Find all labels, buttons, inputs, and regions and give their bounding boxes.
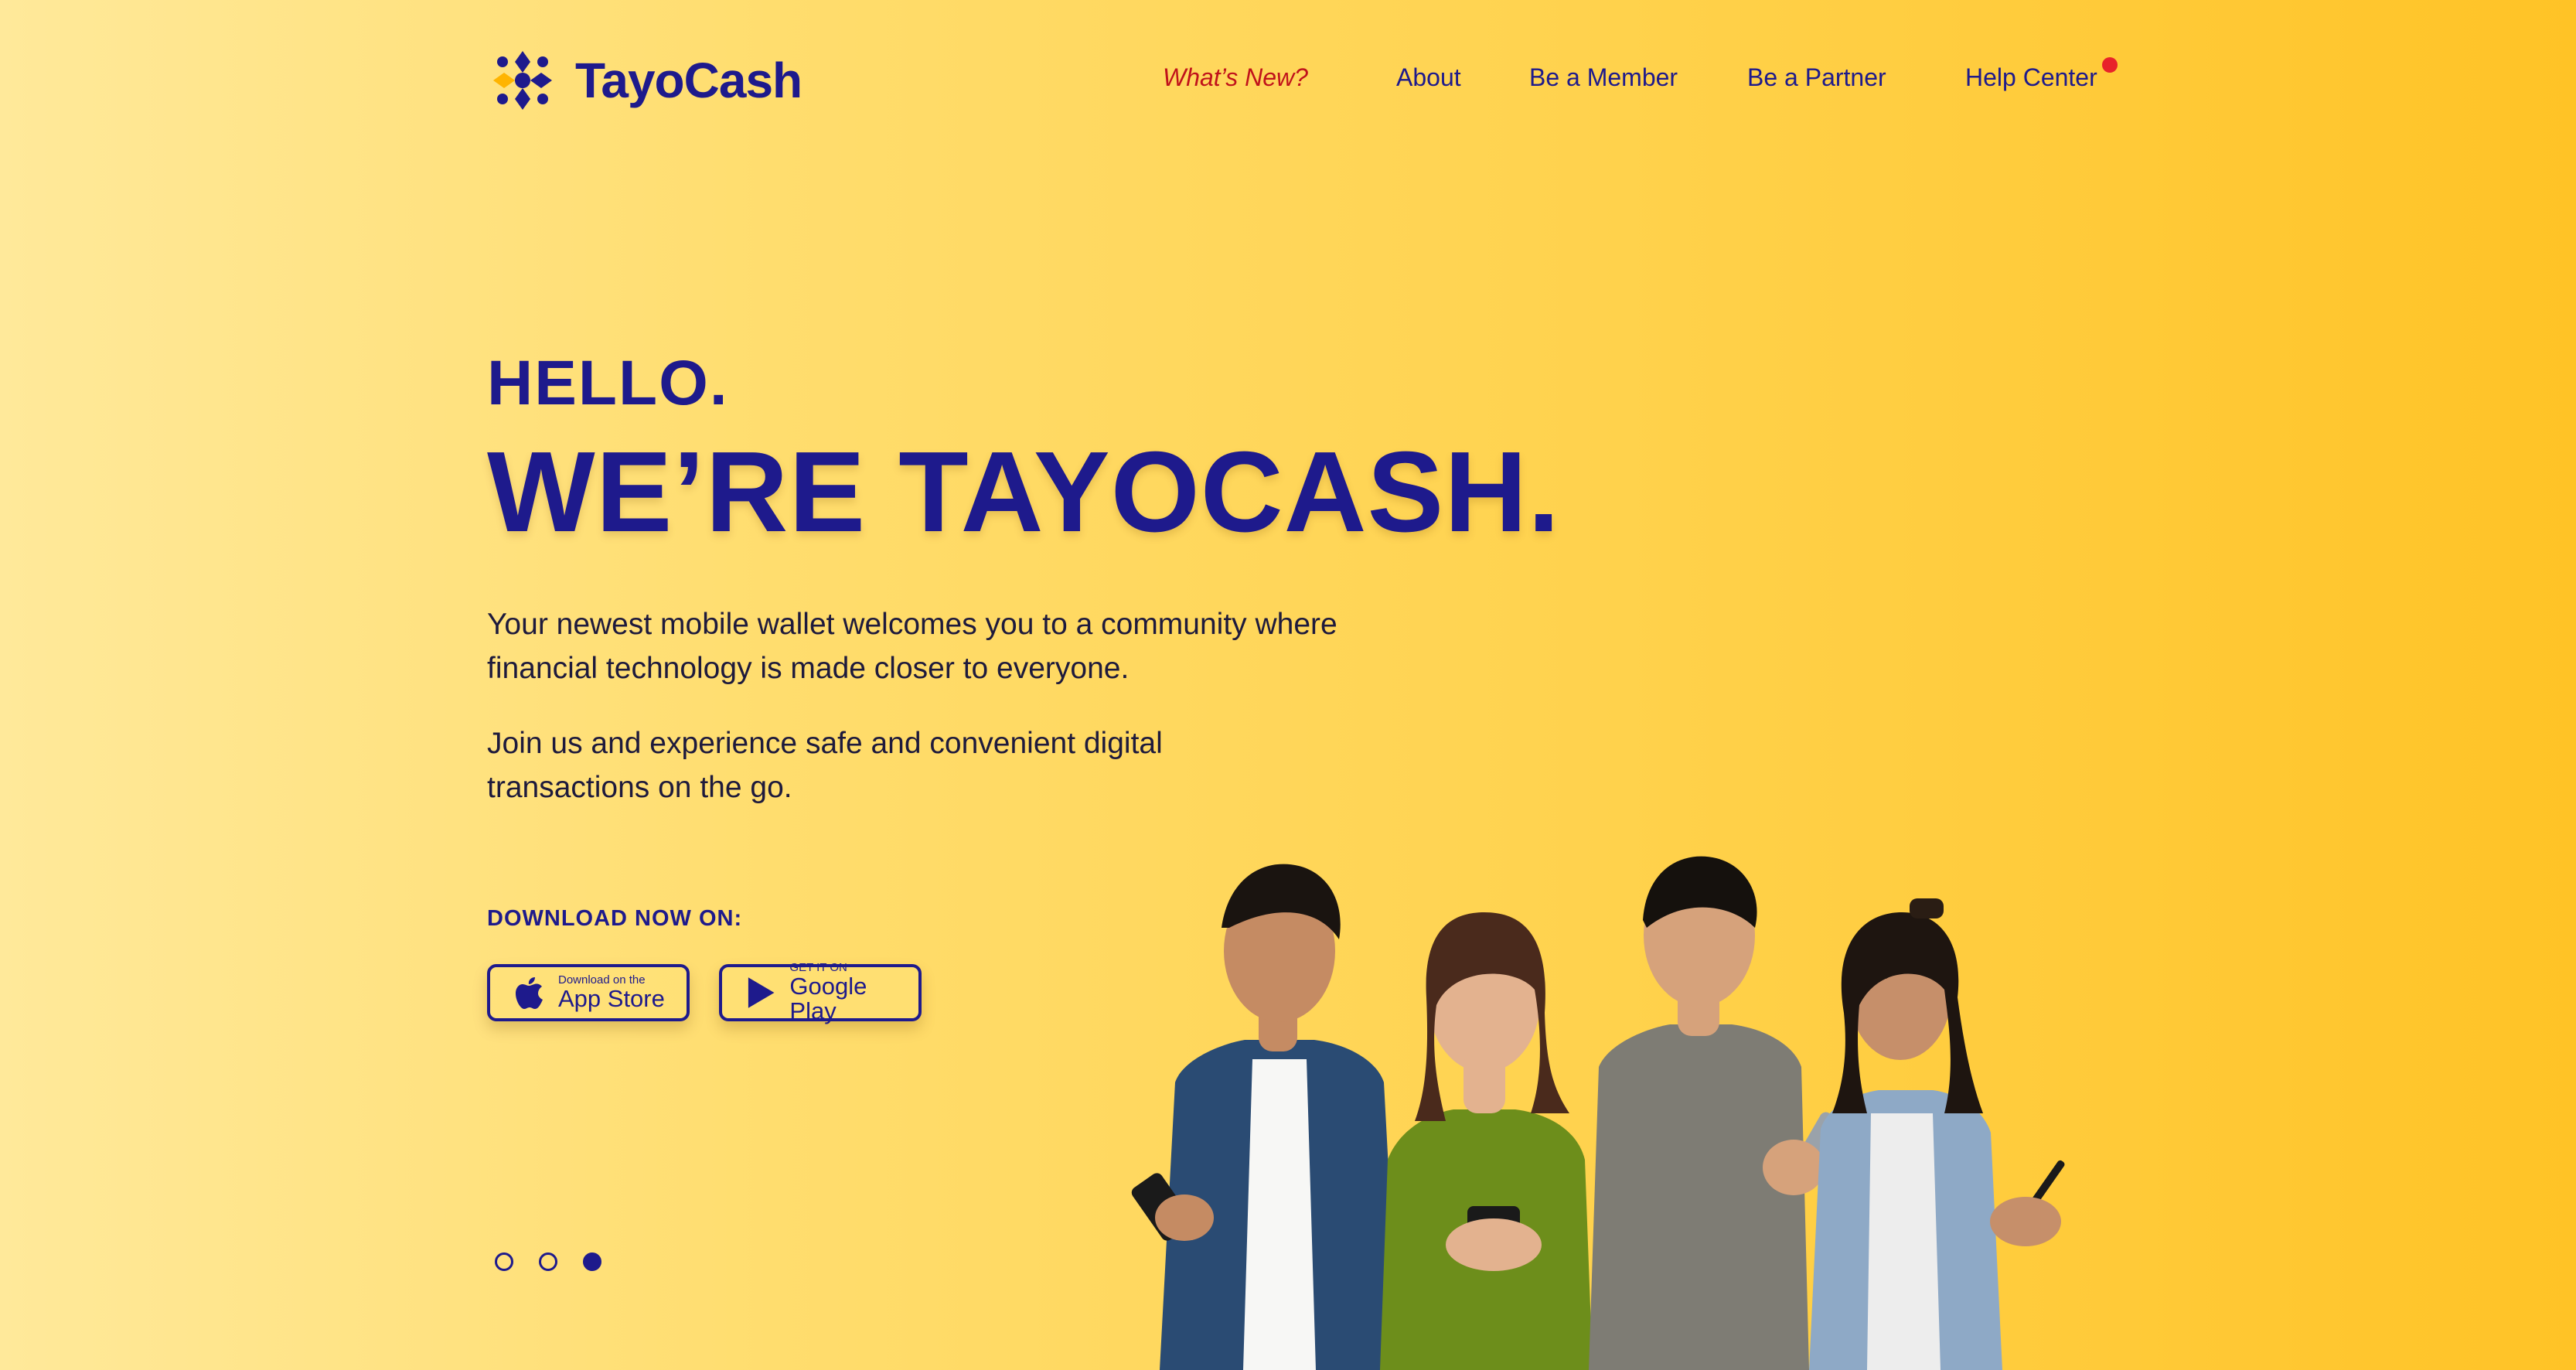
- app-store-text: Download on the App Store: [558, 974, 665, 1011]
- google-play-button[interactable]: GET IT ON Google Play: [719, 962, 922, 1024]
- app-store-button[interactable]: Download on the App Store: [487, 964, 690, 1021]
- carousel-dots: [495, 1252, 627, 1271]
- notification-dot: [2101, 57, 2118, 73]
- apple-icon: [516, 977, 543, 1009]
- person-2: [1380, 912, 1593, 1370]
- nav-be-a-member[interactable]: Be a Member: [1529, 63, 1678, 92]
- person-1: [1131, 864, 1399, 1370]
- tayocash-logo-icon: [493, 51, 552, 110]
- play-icon: [748, 977, 775, 1008]
- hero-section: HELLO. WE’RE TAYOCASH. Your newest mobil…: [487, 352, 1560, 809]
- download-label: DOWNLOAD NOW ON:: [487, 906, 743, 931]
- hero-paragraph-1: Your newest mobile wallet welcomes you t…: [487, 608, 1337, 685]
- site-header: TayoCash What’s New? About Be a Member B…: [0, 0, 2576, 162]
- brand-name: TayoCash: [575, 53, 802, 108]
- nav-be-a-partner[interactable]: Be a Partner: [1747, 63, 1886, 92]
- carousel-dot-3[interactable]: [583, 1252, 601, 1271]
- people-photo: [1131, 856, 2065, 1370]
- person-4: [1809, 898, 2065, 1370]
- nav-help-center[interactable]: Help Center: [1965, 57, 2118, 92]
- app-store-big-text: App Store: [558, 985, 665, 1012]
- hero-paragraph-2: Join us and experience safe and convenie…: [487, 727, 1163, 804]
- nav-help-center-label: Help Center: [1965, 63, 2097, 91]
- carousel-dot-2[interactable]: [539, 1252, 557, 1271]
- google-play-text: GET IT ON Google Play: [789, 962, 918, 1024]
- carousel-dot-1[interactable]: [495, 1252, 513, 1271]
- person-3: [1589, 856, 1849, 1370]
- hero-headline: WE’RE TAYOCASH.: [487, 428, 1561, 556]
- nav-whats-new[interactable]: What’s New?: [1163, 63, 1308, 92]
- logo[interactable]: TayoCash: [487, 45, 802, 116]
- nav-about[interactable]: About: [1396, 63, 1461, 92]
- hero-greeting: HELLO.: [487, 348, 729, 418]
- google-play-big-text: Google Play: [789, 973, 867, 1024]
